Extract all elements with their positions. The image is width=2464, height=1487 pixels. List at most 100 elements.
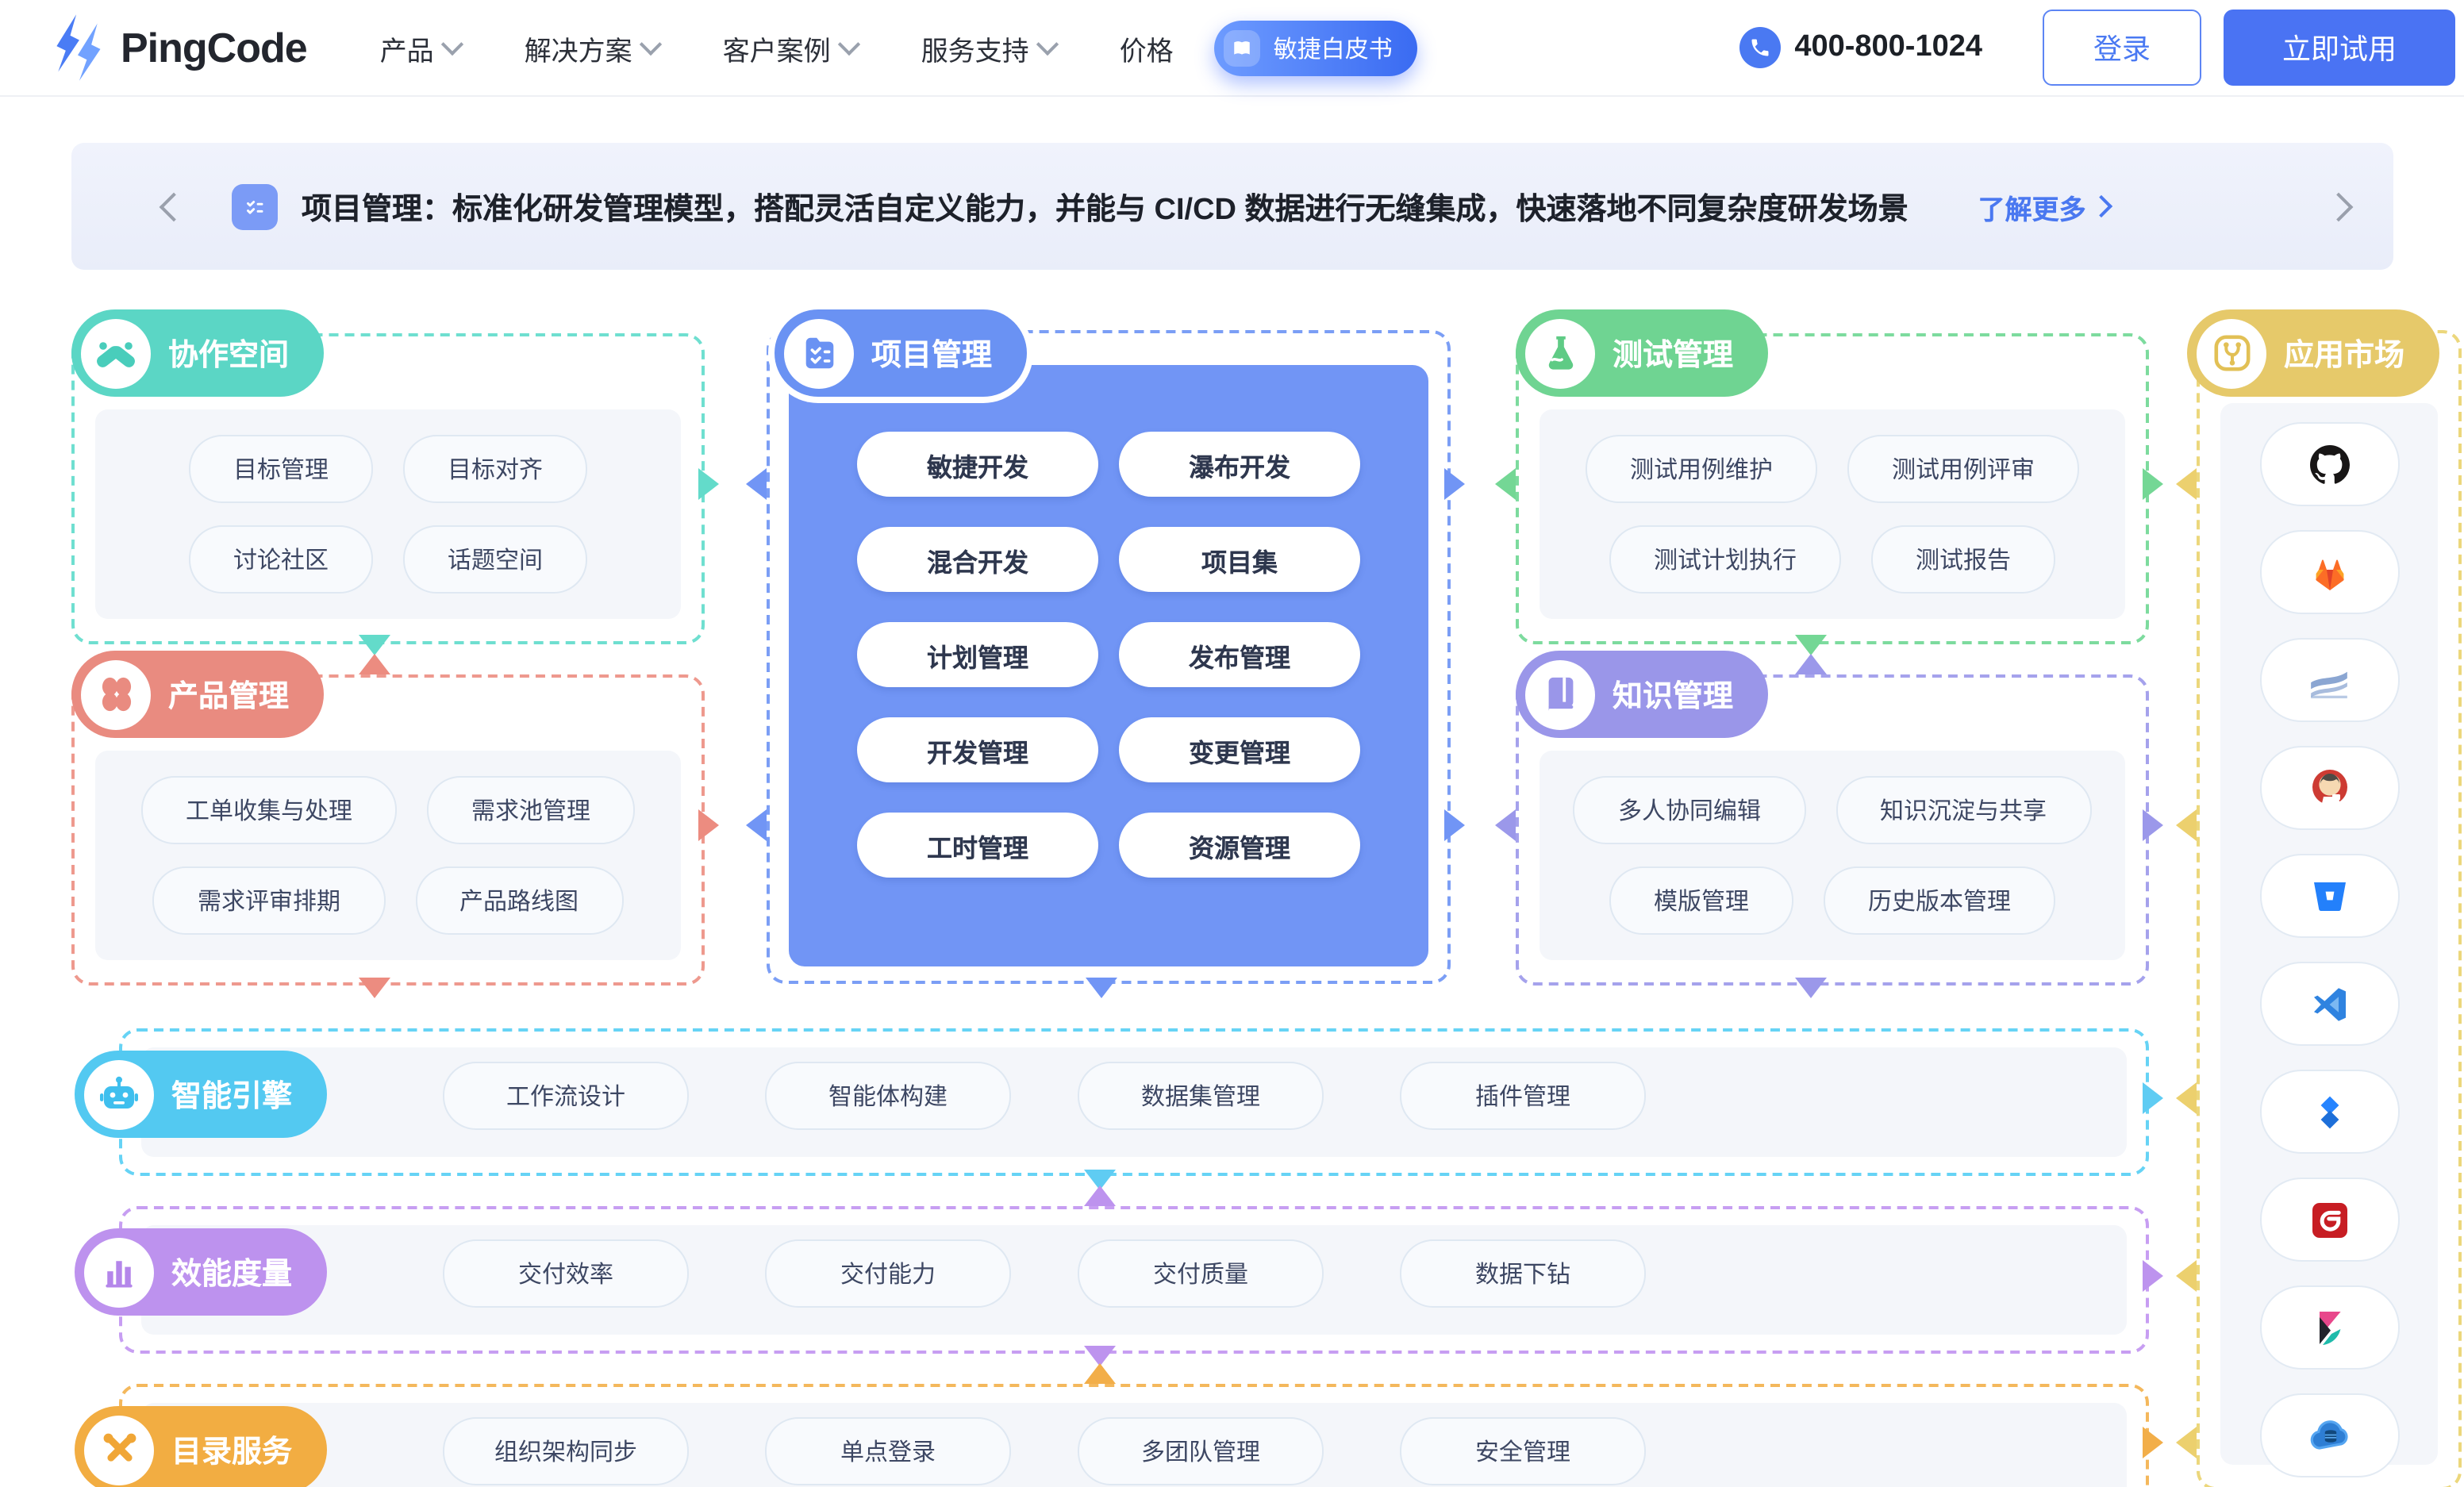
arrow-left-icon [2176, 1260, 2197, 1292]
arrow-right-icon [2143, 1082, 2163, 1114]
arrow-right-icon [698, 468, 719, 500]
section-marketplace-header: 应用市场 [2187, 309, 2439, 397]
feature-chip: 数据下钻 [1400, 1239, 1646, 1308]
nav-support[interactable]: 服务支持 [921, 28, 1056, 67]
feature-chip: 交付质量 [1078, 1239, 1324, 1308]
app-tile-jira [2259, 1070, 2399, 1154]
arrow-down-icon [1086, 978, 1117, 998]
pingcode-logo[interactable]: PingCode [48, 14, 307, 81]
main-nav: 产品 解决方案 客户案例 服务支持 价格 [380, 28, 1174, 67]
nav-products[interactable]: 产品 [380, 28, 461, 67]
section-directory: 目录服务 组织架构同步 单点登录 多团队管理 安全管理 [119, 1384, 2149, 1487]
feature-chip: 知识沉淀与共享 [1836, 776, 2091, 844]
section-ai-engine: 智能引擎 工作流设计 智能体构建 数据集管理 插件管理 [119, 1028, 2149, 1176]
arrow-up-icon [359, 654, 390, 674]
feature-chip: 讨论社区 [189, 525, 373, 594]
phone-icon [1739, 27, 1780, 68]
feature-chip: 多团队管理 [1078, 1417, 1324, 1485]
feature-chip: 模版管理 [1609, 866, 1793, 935]
chevron-right-icon [2090, 195, 2112, 217]
clipboard-check-icon [784, 318, 854, 388]
jenkins-icon [2308, 767, 2350, 809]
chevron-down-icon [1037, 33, 1059, 55]
section-project-header: 项目管理 [775, 309, 1027, 397]
arrow-left-icon [2176, 1427, 2197, 1458]
feature-chip: 交付能力 [765, 1239, 1011, 1308]
section-knowledge-body: 多人协同编辑 知识沉淀与共享 模版管理 历史版本管理 [1540, 751, 2125, 960]
feature-chip: 项目集 [1119, 527, 1360, 592]
feature-chip: 需求池管理 [427, 776, 635, 844]
app-tile-gitee [2259, 1178, 2399, 1262]
feature-chip: 工时管理 [857, 813, 1098, 878]
flask-icon [1525, 318, 1595, 388]
section-collaboration-header: 协作空间 [71, 309, 324, 397]
section-project: 敏捷开发 瀑布开发 混合开发 项目集 计划管理 发布管理 开发管理 变更管理 工… [767, 330, 1451, 984]
section-metrics-header: 效能度量 [75, 1228, 327, 1316]
subversion-icon [2308, 659, 2351, 701]
login-button[interactable]: 登录 [2043, 10, 2201, 86]
carousel-prev-button[interactable] [160, 192, 189, 221]
feature-chip: 测试用例维护 [1586, 435, 1817, 503]
nav-pricing[interactable]: 价格 [1120, 28, 1174, 67]
feature-chip: 测试用例评审 [1847, 435, 2079, 503]
feature-chip: 资源管理 [1119, 813, 1360, 878]
section-knowledge: 知识管理 多人协同编辑 知识沉淀与共享 模版管理 历史版本管理 [1516, 674, 2149, 986]
branch-square-icon [2197, 318, 2266, 388]
feature-chip: 组织架构同步 [443, 1417, 689, 1485]
checklist-folder-icon [232, 183, 278, 229]
section-product-header: 产品管理 [71, 651, 324, 738]
page: PingCode 产品 解决方案 客户案例 服务支持 价格 敏捷白皮书 400-… [0, 0, 2464, 1487]
feature-chip: 历史版本管理 [1824, 866, 2055, 935]
feature-chip: 多人协同编辑 [1574, 776, 1805, 844]
arrow-left-icon [2176, 809, 2197, 841]
cloud-database-icon [2307, 1413, 2351, 1458]
whitepaper-button[interactable]: 敏捷白皮书 [1215, 20, 1418, 75]
feature-chip: 发布管理 [1119, 622, 1360, 687]
trial-button[interactable]: 立即试用 [2224, 10, 2455, 86]
phone-contact[interactable]: 400-800-1024 [1739, 27, 1982, 68]
feature-chip: 话题空间 [403, 525, 587, 594]
feature-chip: 安全管理 [1400, 1417, 1646, 1485]
arrow-left-icon [2176, 468, 2197, 500]
section-metrics: 效能度量 交付效率 交付能力 交付质量 数据下钻 [119, 1206, 2149, 1354]
feature-chip: 混合开发 [857, 527, 1098, 592]
arrow-up-icon [1084, 1185, 1116, 1206]
section-collaboration: 协作空间 目标管理 目标对齐 讨论社区 话题空间 [71, 333, 705, 644]
gitlab-icon [2308, 551, 2350, 593]
app-tile-jenkins [2259, 746, 2399, 830]
section-project-body: 敏捷开发 瀑布开发 混合开发 项目集 计划管理 发布管理 开发管理 变更管理 工… [789, 365, 1428, 966]
nav-solutions[interactable]: 解决方案 [525, 28, 659, 67]
arrow-right-icon [2143, 1260, 2163, 1292]
learn-more-link[interactable]: 了解更多 [1978, 186, 2110, 226]
announcement-carousel: 项目管理：标准化研发管理模型，搭配灵活自定义能力，并能与 CI/CD 数据进行无… [71, 143, 2393, 270]
section-knowledge-header: 知识管理 [1516, 651, 1768, 738]
chevron-down-icon [839, 33, 861, 55]
arrow-left-icon [2176, 1082, 2197, 1114]
feature-chip: 目标对齐 [403, 435, 587, 503]
feature-chip: 插件管理 [1400, 1062, 1646, 1130]
arrow-right-icon [1444, 468, 1465, 500]
pingcode-logo-icon [48, 14, 108, 81]
robot-icon [84, 1059, 154, 1129]
arrow-right-icon [698, 809, 719, 841]
section-testing: 测试管理 测试用例维护 测试用例评审 测试计划执行 测试报告 [1516, 333, 2149, 644]
bar-chart-icon [84, 1237, 154, 1307]
feature-chip: 需求评审排期 [153, 866, 385, 935]
kibana-icon [2308, 1307, 2350, 1348]
carousel-next-button[interactable] [2324, 192, 2354, 221]
feature-chip: 测试计划执行 [1609, 525, 1841, 594]
gitee-icon [2308, 1199, 2350, 1240]
handshake-icon [81, 318, 151, 388]
section-directory-header: 目录服务 [75, 1406, 327, 1487]
arrow-up-icon [1795, 654, 1827, 674]
app-tile-vscode [2259, 962, 2399, 1046]
app-tile-gitlab [2259, 530, 2399, 614]
feature-chip: 瀑布开发 [1119, 432, 1360, 497]
book-icon [1525, 659, 1595, 729]
chevron-down-icon [442, 33, 464, 55]
arrow-down-icon [359, 635, 390, 655]
nav-customers[interactable]: 客户案例 [723, 28, 858, 67]
flower-icon [81, 659, 151, 729]
feature-chip: 开发管理 [857, 717, 1098, 782]
section-marketplace: 应用市场 [2197, 330, 2462, 1487]
